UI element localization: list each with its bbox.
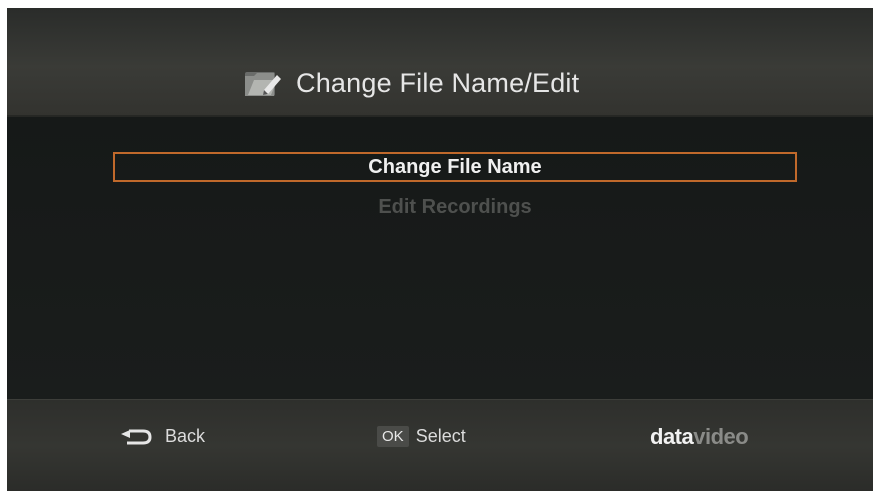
page-title: Change File Name/Edit xyxy=(296,67,580,98)
back-arrow-icon xyxy=(119,428,153,446)
brand-part2: video xyxy=(693,424,749,449)
menu-item-edit-recordings[interactable]: Edit Recordings xyxy=(113,192,797,222)
ok-key-badge: OK xyxy=(377,426,409,447)
menu-item-label: Edit Recordings xyxy=(378,195,532,218)
folder-edit-icon xyxy=(244,68,282,98)
device-screen: Change File Name/Edit Change File Name E… xyxy=(7,8,873,491)
back-hint[interactable]: Back xyxy=(119,426,205,447)
footer-bar: Back OK Select datavideo xyxy=(7,399,873,491)
datavideo-logo: datavideo xyxy=(650,424,749,450)
menu-item-change-file-name[interactable]: Change File Name xyxy=(113,152,797,182)
select-hint[interactable]: OK Select xyxy=(377,426,466,447)
select-label: Select xyxy=(415,426,466,446)
title-group: Change File Name/Edit xyxy=(244,63,579,103)
back-label: Back xyxy=(165,426,206,446)
header-bar: Change File Name/Edit xyxy=(7,8,873,117)
brand-part1: data xyxy=(650,424,694,449)
menu-list: Change File Name Edit Recordings xyxy=(7,117,873,399)
menu-item-label: Change File Name xyxy=(368,155,542,178)
